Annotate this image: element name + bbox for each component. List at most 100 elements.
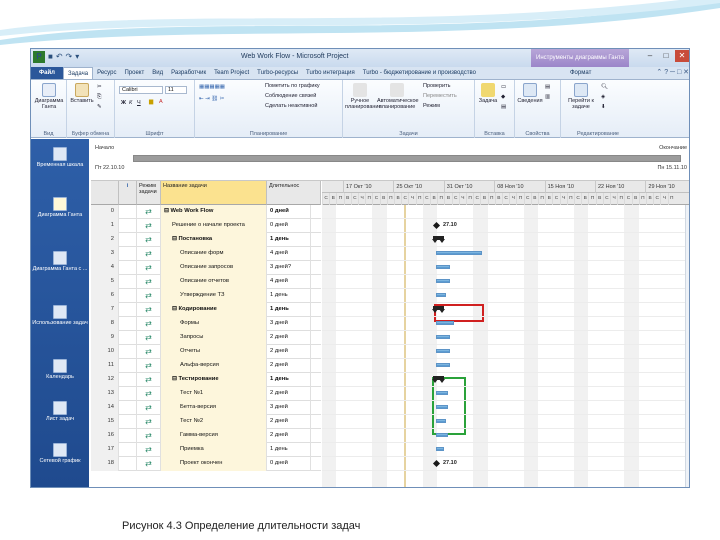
row-id[interactable]: 16 bbox=[91, 429, 119, 443]
undo-icon[interactable]: ↶ bbox=[56, 51, 63, 63]
row-id[interactable]: 17 bbox=[91, 443, 119, 457]
scroll-to-task-button[interactable]: Перейти к задаче bbox=[563, 83, 599, 110]
bold-button[interactable]: Ж bbox=[121, 100, 126, 106]
auto-schedule-mode-icon[interactable]: ⇄ bbox=[137, 247, 161, 261]
task-name-cell[interactable]: Описание отчетов bbox=[161, 275, 267, 289]
details-icon[interactable]: ▥ bbox=[545, 94, 550, 100]
milestone-icon[interactable]: ◆ bbox=[501, 94, 505, 100]
task-name-cell[interactable]: Бетта-версия bbox=[161, 401, 267, 415]
move-button[interactable]: Переместить bbox=[423, 93, 457, 99]
tab-team-project[interactable]: Team Project bbox=[210, 67, 253, 79]
tab-task[interactable]: Задача bbox=[62, 67, 94, 79]
task-bar[interactable] bbox=[436, 419, 446, 423]
auto-schedule-mode-icon[interactable]: ⇄ bbox=[137, 233, 161, 247]
task-name-cell[interactable]: Проект окончен bbox=[161, 457, 267, 471]
duration-cell[interactable]: 1 день bbox=[267, 373, 311, 387]
task-name-cell[interactable]: ⊟ Постановка bbox=[161, 233, 267, 247]
save-icon[interactable]: ■ bbox=[48, 51, 53, 63]
duration-cell[interactable]: 3 дней? bbox=[267, 261, 311, 275]
format-painter-icon[interactable]: ✎ bbox=[97, 104, 102, 110]
row-id[interactable]: 10 bbox=[91, 345, 119, 359]
row-id[interactable]: 9 bbox=[91, 331, 119, 345]
task-row[interactable]: 7 ⇄ ⊟ Кодирование 1 день bbox=[91, 303, 321, 317]
task-name-cell[interactable]: Отчеты bbox=[161, 345, 267, 359]
cut-icon[interactable]: ✂ bbox=[97, 84, 102, 90]
task-bar[interactable] bbox=[436, 293, 446, 297]
tab-resource[interactable]: Ресурс bbox=[93, 67, 120, 79]
tab-turbo-budgeting[interactable]: Turbo - бюджетирование и производство bbox=[359, 67, 480, 79]
task-row[interactable]: 13 ⇄ Тест №1 2 дней bbox=[91, 387, 321, 401]
task-name-cell[interactable]: Описание форм bbox=[161, 247, 267, 261]
summary-bar[interactable] bbox=[432, 376, 445, 383]
row-id[interactable]: 3 bbox=[91, 247, 119, 261]
task-row[interactable]: 5 ⇄ Описание отчетов 4 дней bbox=[91, 275, 321, 289]
font-color-icon[interactable]: A bbox=[159, 99, 163, 105]
task-name-cell[interactable]: Решение о начале проекта bbox=[161, 219, 267, 233]
task-row[interactable]: 3 ⇄ Описание форм 4 дней bbox=[91, 247, 321, 261]
auto-schedule-mode-icon[interactable]: ⇄ bbox=[137, 401, 161, 415]
timeline-panel[interactable]: Начало Пт 22.10.10 Окончание Пн 15.11.10 bbox=[91, 139, 689, 181]
auto-schedule-mode-icon[interactable]: ⇄ bbox=[137, 443, 161, 457]
row-id[interactable]: 15 bbox=[91, 415, 119, 429]
font-size-select[interactable]: 11 bbox=[165, 86, 187, 94]
summary-bar[interactable] bbox=[432, 306, 445, 313]
underline-button[interactable]: Ч bbox=[137, 100, 141, 106]
copy-icon[interactable]: ⎘ bbox=[97, 94, 101, 101]
view-bar-item-timeline[interactable]: Временная шкала bbox=[31, 147, 89, 169]
task-name-cell[interactable]: Описание запросов bbox=[161, 261, 267, 275]
auto-schedule-mode-icon[interactable]: ⇄ bbox=[137, 387, 161, 401]
task-row[interactable]: 16 ⇄ Гамма-версия 2 дней bbox=[91, 429, 321, 443]
duration-cell[interactable]: 3 дней bbox=[267, 401, 311, 415]
select-all-corner[interactable] bbox=[91, 181, 119, 205]
duration-cell[interactable]: 2 дней bbox=[267, 345, 311, 359]
task-name-cell[interactable]: Гамма-версия bbox=[161, 429, 267, 443]
minimize-icon[interactable]: – bbox=[643, 50, 657, 62]
auto-schedule-mode-icon[interactable]: ⇄ bbox=[137, 261, 161, 275]
paste-button[interactable]: Вставить bbox=[70, 83, 94, 104]
task-name-cell[interactable]: Тест №2 bbox=[161, 415, 267, 429]
timeline-bar[interactable] bbox=[133, 155, 681, 162]
task-name-cell[interactable]: Формы bbox=[161, 317, 267, 331]
indent-icons[interactable]: ⇤ ⇥ ⛓ ✂ bbox=[199, 96, 224, 102]
duration-cell[interactable]: 0 дней bbox=[267, 205, 311, 219]
mark-on-track-button[interactable]: Пометить по графику bbox=[265, 83, 320, 89]
auto-schedule-mode-icon[interactable]: ⇄ bbox=[137, 331, 161, 345]
task-bar[interactable] bbox=[436, 279, 450, 283]
tab-format[interactable]: Формат bbox=[566, 67, 595, 80]
auto-schedule-button[interactable]: Автоматическое планирование bbox=[377, 83, 419, 110]
inactivate-button[interactable]: Сделать неактивной bbox=[265, 103, 317, 109]
task-name-cell[interactable]: ⊟ Тестирование bbox=[161, 373, 267, 387]
duration-cell[interactable]: 2 дней bbox=[267, 429, 311, 443]
highlight-icon[interactable]: ▆ bbox=[149, 99, 153, 105]
gantt-chart-button[interactable]: Диаграмма Ганта bbox=[34, 83, 64, 110]
task-bar[interactable] bbox=[436, 363, 450, 367]
task-bar[interactable] bbox=[436, 405, 448, 409]
task-row[interactable]: 9 ⇄ Запросы 2 дней bbox=[91, 331, 321, 345]
task-row[interactable]: 14 ⇄ Бетта-версия 3 дней bbox=[91, 401, 321, 415]
tab-turbo-integration[interactable]: Turbo интеграция bbox=[302, 67, 359, 79]
summary-bar[interactable] bbox=[432, 236, 445, 243]
task-name-cell[interactable]: Альфа-версия bbox=[161, 359, 267, 373]
manual-schedule-button[interactable]: Ручное планирование bbox=[345, 83, 382, 110]
insert-task-button[interactable]: Задача bbox=[478, 83, 498, 104]
task-row[interactable]: 0 ⇄ ⊟ Web Work Flow 0 дней bbox=[91, 205, 321, 219]
task-bar[interactable] bbox=[436, 433, 448, 437]
row-id[interactable]: 0 bbox=[91, 205, 119, 219]
summary-icon[interactable]: ▭ bbox=[501, 84, 506, 90]
task-row[interactable]: 6 ⇄ Утверждение ТЗ 1 день bbox=[91, 289, 321, 303]
name-column-header[interactable]: Название задачи bbox=[161, 181, 267, 205]
close-icon[interactable]: ✕ bbox=[675, 50, 689, 62]
task-row[interactable]: 4 ⇄ Описание запросов 3 дней? bbox=[91, 261, 321, 275]
auto-schedule-mode-icon[interactable]: ⇄ bbox=[137, 289, 161, 303]
duration-cell[interactable]: 4 дней bbox=[267, 247, 311, 261]
italic-button[interactable]: К bbox=[129, 100, 132, 106]
task-bar[interactable] bbox=[436, 391, 448, 395]
task-name-cell[interactable]: Утверждение ТЗ bbox=[161, 289, 267, 303]
task-row[interactable]: 10 ⇄ Отчеты 2 дней bbox=[91, 345, 321, 359]
notes-icon[interactable]: ▤ bbox=[545, 84, 550, 90]
redo-icon[interactable]: ↷ bbox=[66, 51, 73, 63]
task-row[interactable]: 8 ⇄ Формы 3 дней bbox=[91, 317, 321, 331]
vertical-scrollbar[interactable] bbox=[685, 205, 689, 487]
duration-cell[interactable]: 0 дней bbox=[267, 457, 311, 471]
task-bar[interactable] bbox=[436, 321, 454, 325]
